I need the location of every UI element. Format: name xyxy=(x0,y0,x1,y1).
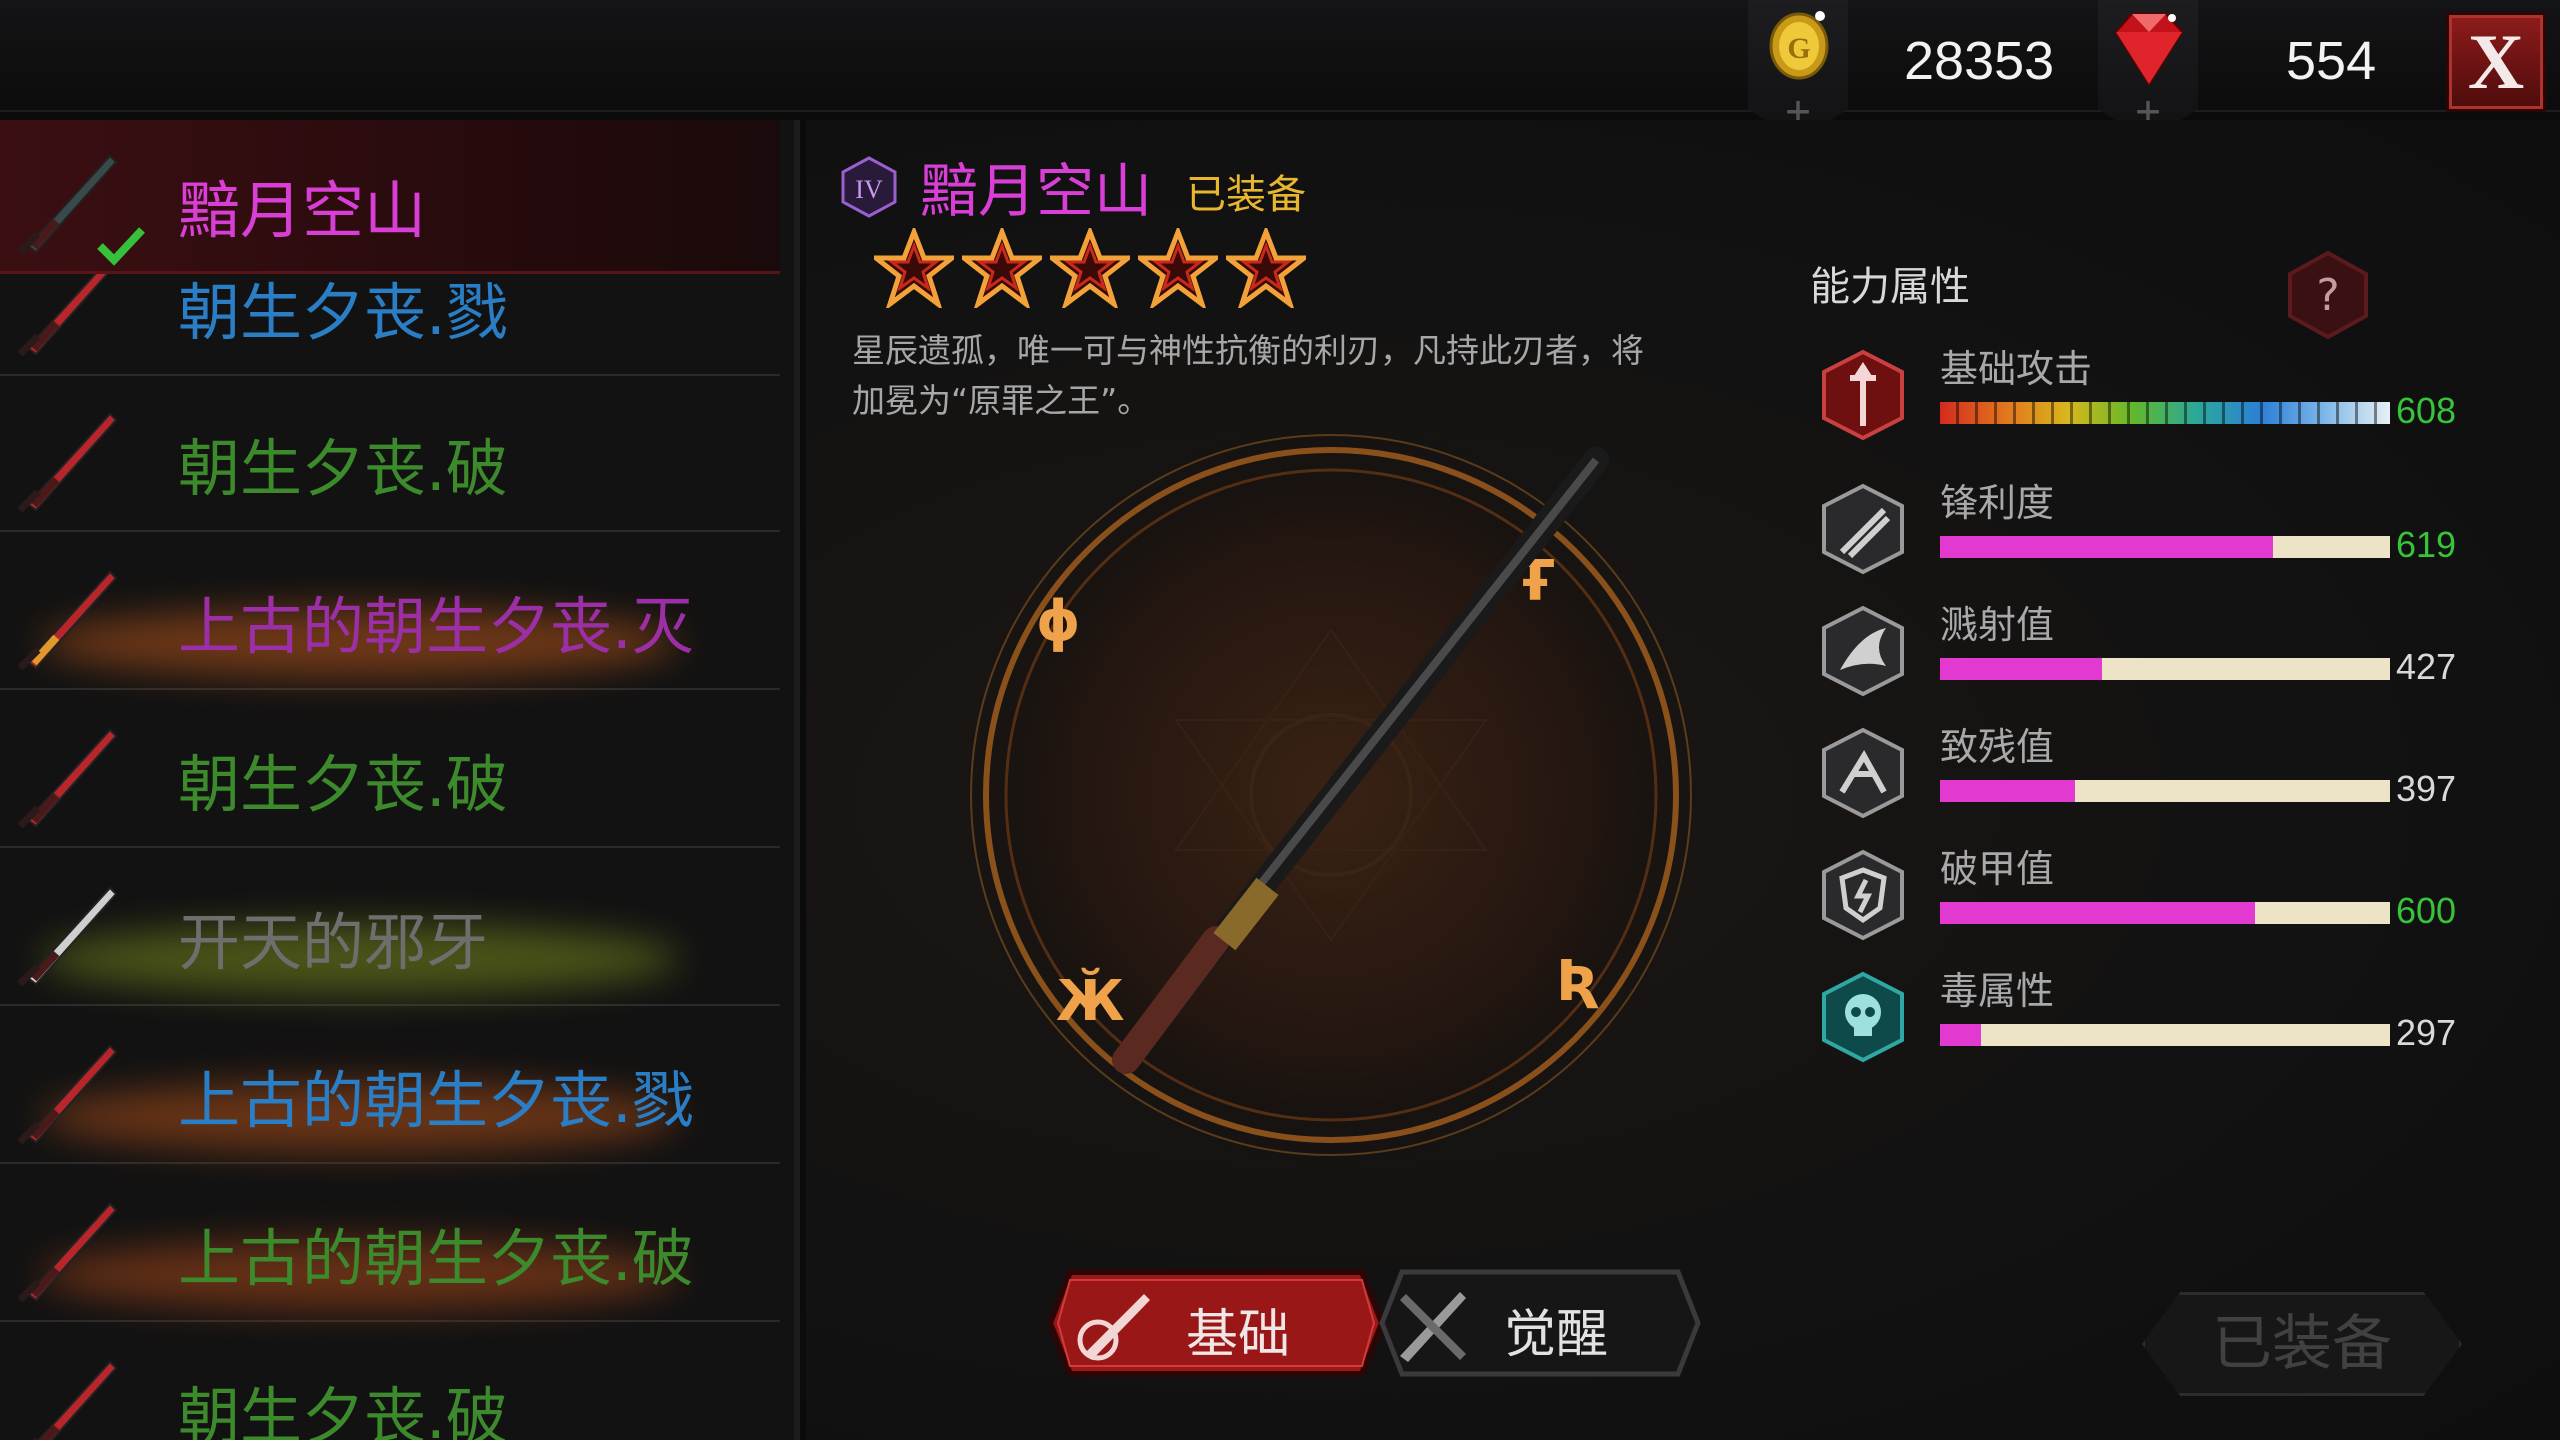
ruby-gem-icon xyxy=(2114,13,2184,86)
blade-icon xyxy=(1077,1294,1150,1361)
stat-value: 397 xyxy=(2396,768,2457,809)
help-icon[interactable]: ? xyxy=(2286,250,2370,340)
weapon-thumbnail-icon xyxy=(17,1202,118,1303)
weapon-list[interactable]: 朝生夕丧.戮 朝生夕丧.破 上古的朝生夕丧.灭 朝生夕丧.破 开天的邪牙 上古的… xyxy=(0,120,800,1440)
stat-bar-fill xyxy=(1940,780,2075,802)
weapon-name-label: 黯月空山 xyxy=(178,174,427,247)
weapon-artwork: ɸ Ŧ Ʀ Ӂ xyxy=(961,425,1701,1165)
tab-awaken-label: 觉醒 xyxy=(1504,1305,1609,1365)
stat-bar xyxy=(1940,902,2390,924)
list-item[interactable]: 上古的朝生夕丧.灭 xyxy=(0,534,780,690)
stat-bar-fill xyxy=(1940,402,2390,424)
stat-bar xyxy=(1940,402,2390,424)
stat-bar xyxy=(1940,1024,2390,1046)
weapon-name-label: 朝生夕丧.破 xyxy=(178,432,508,505)
svg-text:ɸ: ɸ xyxy=(1036,589,1081,654)
weapon-name: 黯月空山 xyxy=(920,157,1153,225)
weapon-thumbnail-icon xyxy=(17,1044,118,1145)
stat-bar-fill xyxy=(1940,1024,1981,1046)
star-icon xyxy=(874,228,954,308)
stat-value: 427 xyxy=(2396,646,2457,687)
svg-text:Ӂ: Ӂ xyxy=(1056,968,1125,1034)
stat-value: 608 xyxy=(2396,390,2457,431)
sword-shield-icon xyxy=(1822,349,1904,441)
stat-value: 297 xyxy=(2396,1012,2457,1053)
tab-basic[interactable]: 基础 xyxy=(1046,1268,1386,1378)
stat-bar xyxy=(1940,658,2390,680)
stat-row: 溅射值 427 xyxy=(1820,594,2540,714)
list-item[interactable]: 开天的邪牙 xyxy=(0,850,780,1006)
list-item[interactable]: 朝生夕丧.破 xyxy=(0,1324,780,1440)
stat-bar-fill xyxy=(1940,536,2273,558)
tab-basic-label: 基础 xyxy=(1186,1305,1291,1365)
stat-bar xyxy=(1940,536,2390,558)
gem-slot[interactable]: + xyxy=(2098,0,2198,140)
stat-row: 毒属性 297 xyxy=(1820,960,2540,1080)
stat-label: 毒属性 xyxy=(1940,969,2055,1013)
star-icon xyxy=(962,228,1042,308)
cripple-icon xyxy=(1822,727,1904,819)
list-item[interactable]: 上古的朝生夕丧.破 xyxy=(0,1166,780,1322)
weapon-thumbnail-icon xyxy=(30,1360,118,1440)
stat-bar-fill xyxy=(1940,902,2255,924)
weapon-description: 星辰遗孤，唯一可与神性抗衡的利刃，凡持此刃者，将加冕为“原罪之王”。 xyxy=(852,331,1644,420)
slash-icon xyxy=(1822,483,1904,575)
weapon-name-label: 开天的邪牙 xyxy=(178,906,489,979)
weapon-thumbnail-icon xyxy=(17,728,118,829)
stat-row: 锋利度 619 xyxy=(1820,472,2540,592)
stat-row: 破甲值 600 xyxy=(1820,838,2540,958)
stat-label: 破甲值 xyxy=(1940,847,2055,891)
list-item[interactable]: 朝生夕丧.破 xyxy=(0,376,780,532)
star-icon xyxy=(1226,228,1306,308)
armor-break-icon xyxy=(1822,849,1904,941)
weapon-thumbnail-icon xyxy=(17,570,118,671)
weapon-detail-panel: IV 黯月空山 已装备 星辰遗孤，唯一可与神性抗衡的利刃，凡持此刃者，将加冕为“… xyxy=(806,120,2560,1440)
weapon-name-label: 朝生夕丧.破 xyxy=(178,1380,508,1440)
tab-awaken[interactable]: 觉醒 xyxy=(1378,1268,1702,1378)
list-item[interactable]: 上古的朝生夕丧.戮 xyxy=(0,1008,780,1164)
crossed-swords-icon xyxy=(1400,1292,1466,1362)
weapon-thumbnail-icon xyxy=(17,412,118,513)
stat-row: 基础攻击 608 xyxy=(1820,338,2540,458)
check-icon xyxy=(97,227,145,266)
stat-bar xyxy=(1940,780,2390,802)
stat-value: 619 xyxy=(2396,524,2457,565)
stat-label: 基础攻击 xyxy=(1940,347,2093,391)
gold-coin-icon: G xyxy=(1769,11,1829,80)
gold-amount: 28353 xyxy=(1904,31,2055,91)
list-item[interactable]: 朝生夕丧.破 xyxy=(0,692,780,848)
star-icon xyxy=(1138,228,1218,308)
weapon-name-label: 朝生夕丧.戮 xyxy=(178,276,508,349)
close-button[interactable]: X xyxy=(2446,12,2546,112)
stat-row: 致残值 397 xyxy=(1820,716,2540,836)
equipped-button[interactable]: 已装备 xyxy=(2142,1292,2462,1396)
equipped-tag: 已装备 xyxy=(1186,172,1306,218)
tier-badge-icon: IV xyxy=(841,156,897,218)
stat-label: 致残值 xyxy=(1940,725,2055,769)
skull-icon xyxy=(1822,971,1904,1063)
gold-slot[interactable]: G + xyxy=(1748,0,1848,140)
star-icon xyxy=(1050,228,1130,308)
weapon-name-label: 朝生夕丧.破 xyxy=(178,748,508,821)
star-rating xyxy=(874,228,1306,308)
top-bar: G + 28353 + 554 X xyxy=(0,0,2560,140)
weapon-name-label: 上古的朝生夕丧.灭 xyxy=(178,590,694,663)
svg-text:?: ? xyxy=(2316,270,2339,321)
stat-label: 溅射值 xyxy=(1940,603,2055,647)
svg-text:Ʀ: Ʀ xyxy=(1556,949,1599,1014)
svg-text:IV: IV xyxy=(855,175,883,204)
list-item[interactable]: 黯月空山 xyxy=(0,120,780,274)
stat-label: 锋利度 xyxy=(1940,481,2055,525)
stats-title: 能力属性 xyxy=(1810,264,1970,310)
splash-icon xyxy=(1822,605,1904,697)
weapon-thumbnail-icon xyxy=(17,886,118,987)
stat-value: 600 xyxy=(2396,890,2457,931)
weapon-name-label: 上古的朝生夕丧.戮 xyxy=(178,1064,694,1137)
stat-bar-fill xyxy=(1940,658,2102,680)
gem-amount: 554 xyxy=(2286,31,2377,91)
weapon-name-label: 上古的朝生夕丧.破 xyxy=(178,1222,694,1295)
svg-text:G: G xyxy=(1787,32,1810,65)
